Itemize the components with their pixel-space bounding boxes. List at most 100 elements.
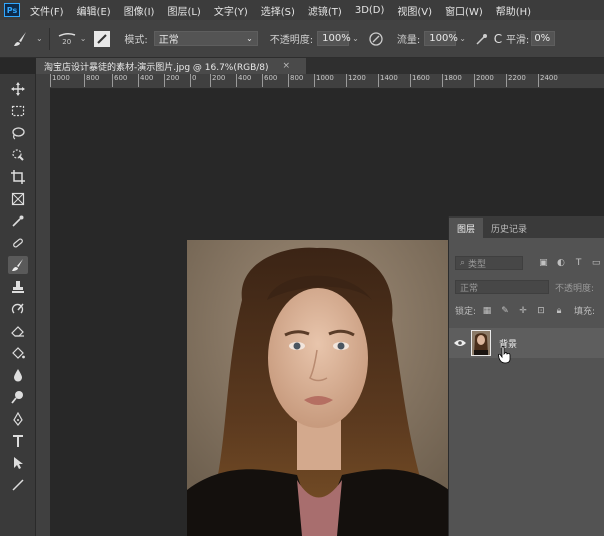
mode-select[interactable]: 正常 ⌄	[153, 31, 258, 46]
layers-panel: 图层 历史记录 ⌕ 类型 ▣ ◐ T ▭ 正常 不透明度: 锁定: ▦ ✎ ✛ …	[448, 216, 604, 536]
tab-layers[interactable]: 图层	[449, 218, 484, 238]
ruler-tick: 2000	[474, 74, 494, 87]
ruler-tick: 1600	[410, 74, 430, 87]
divider	[48, 27, 50, 50]
flow-label: 流量:	[396, 35, 421, 46]
type-icon[interactable]	[8, 432, 28, 450]
ruler-tick: 1200	[346, 74, 366, 87]
ruler-tick: 2400	[538, 74, 558, 87]
lock-artboard-icon[interactable]: ⊡	[536, 306, 546, 316]
menu-bar: Ps 文件(F) 编辑(E) 图像(I) 图层(L) 文字(Y) 选择(S) 滤…	[0, 0, 604, 20]
frame-icon[interactable]	[8, 190, 28, 208]
document-tab-title: 淘宝店设计暴徒的素材-演示图片.jpg @ 16.7%(RGB/8)	[44, 62, 269, 73]
lock-all-icon[interactable]: 🔒︎	[554, 306, 564, 316]
ruler-tick: 2200	[506, 74, 526, 87]
lock-paint-icon[interactable]: ✎	[500, 306, 510, 316]
layer-filter-select[interactable]: ⌕ 类型	[455, 256, 523, 270]
options-bar: ⌄ 20 ⌄ 模式: 正常 ⌄ 不透明度: 100% ⌄ 流量: 100% ⌄ …	[0, 20, 604, 58]
chevron-down-icon[interactable]: ⌄	[352, 34, 359, 43]
ruler-tick: 800	[288, 74, 303, 87]
brush-panel-toggle-icon[interactable]	[94, 30, 111, 47]
fill-label: 填充:	[574, 307, 596, 317]
close-icon[interactable]: ×	[283, 61, 291, 71]
menu-file[interactable]: 文件(F)	[30, 3, 64, 18]
opacity-value: 100%	[322, 33, 351, 44]
brush-icon[interactable]	[8, 256, 28, 274]
brush-size-picker[interactable]: 20	[56, 32, 78, 46]
menu-filter[interactable]: 滤镜(T)	[308, 3, 342, 18]
image-filter-icon[interactable]: ▣	[539, 258, 549, 268]
layer-opacity-label: 不透明度:	[555, 283, 595, 294]
menu-edit[interactable]: 编辑(E)	[77, 3, 111, 18]
tab-history[interactable]: 历史记录	[483, 218, 535, 238]
ruler-tick: 1000	[314, 74, 334, 87]
pressure-opacity-icon[interactable]	[367, 31, 385, 47]
tools-panel	[0, 74, 36, 536]
opacity-label: 不透明度:	[269, 35, 314, 46]
eraser-icon[interactable]	[8, 322, 28, 340]
ruler-corner	[36, 74, 50, 88]
menu-select[interactable]: 选择(S)	[261, 3, 295, 18]
menu-help[interactable]: 帮助(H)	[496, 3, 531, 18]
lock-pixels-icon[interactable]: ▦	[482, 306, 492, 316]
ruler-tick: 1000	[50, 74, 70, 87]
ruler-tick: 200	[210, 74, 225, 87]
ruler-tick: 0	[190, 74, 196, 87]
quick-select-icon[interactable]	[8, 146, 28, 164]
airbrush-icon[interactable]	[474, 32, 490, 46]
brush-preset-icon[interactable]	[6, 30, 36, 48]
eye-icon[interactable]	[449, 339, 471, 347]
ruler-tick: 400	[236, 74, 251, 87]
document-image[interactable]	[187, 240, 449, 536]
chevron-down-icon[interactable]: ⌄	[80, 34, 87, 43]
chevron-down-icon[interactable]: ⌄	[36, 34, 43, 43]
shape-filter-icon[interactable]: ▭	[591, 258, 601, 268]
eyedropper-icon[interactable]	[8, 212, 28, 230]
menu-window[interactable]: 窗口(W)	[445, 3, 483, 18]
layer-row[interactable]: 背景	[449, 328, 604, 358]
adjustment-filter-icon[interactable]: ◐	[556, 258, 566, 268]
crop-icon[interactable]	[8, 168, 28, 186]
lasso-icon[interactable]	[8, 124, 28, 142]
mode-value: 正常	[158, 35, 179, 46]
smoothing-angle-icon[interactable]: C	[492, 32, 504, 46]
chevron-down-icon: ⌄	[246, 34, 253, 43]
document-tab-bar: 淘宝店设计暴徒的素材-演示图片.jpg @ 16.7%(RGB/8) ×	[36, 58, 604, 74]
ruler-top: 1000 800 600 400 200 0 200 400 600 800 1…	[50, 74, 604, 89]
photoshop-logo: Ps	[4, 3, 20, 17]
document-tab[interactable]: 淘宝店设计暴徒的素材-演示图片.jpg @ 16.7%(RGB/8) ×	[36, 58, 306, 74]
lock-position-icon[interactable]: ✛	[518, 306, 528, 316]
type-filter-icon[interactable]: T	[574, 258, 584, 268]
menu-view[interactable]: 视图(V)	[397, 3, 432, 18]
lock-row: 锁定: ▦ ✎ ✛ ⊡ 🔒︎ 填充:	[449, 304, 604, 318]
ruler-tick: 600	[262, 74, 277, 87]
ruler-tick: 400	[138, 74, 153, 87]
blend-mode-select[interactable]: 正常	[455, 280, 549, 294]
chevron-down-icon[interactable]: ⌄	[459, 34, 466, 43]
healing-icon[interactable]	[8, 234, 28, 252]
line-icon[interactable]	[8, 476, 28, 494]
marquee-icon[interactable]	[8, 102, 28, 120]
ruler-tick: 1800	[442, 74, 462, 87]
mode-label: 模式:	[124, 35, 148, 46]
ruler-tick: 1400	[378, 74, 398, 87]
layer-filter-row: ⌕ 类型 ▣ ◐ T ▭	[449, 256, 604, 270]
hand-cursor-icon	[498, 346, 512, 368]
path-select-icon[interactable]	[8, 454, 28, 472]
menu-image[interactable]: 图像(I)	[124, 3, 155, 18]
menu-type[interactable]: 文字(Y)	[214, 3, 248, 18]
menu-layer[interactable]: 图层(L)	[167, 3, 200, 18]
pen-icon[interactable]	[8, 410, 28, 428]
menu-3d[interactable]: 3D(D)	[355, 5, 385, 16]
stamp-icon[interactable]	[8, 278, 28, 296]
dodge-icon[interactable]	[8, 388, 28, 406]
smoothing-field[interactable]: 0%	[531, 31, 556, 46]
history-brush-icon[interactable]	[8, 300, 28, 318]
bucket-icon[interactable]	[8, 344, 28, 362]
opacity-field[interactable]: 100%	[317, 31, 351, 46]
blend-row: 正常 不透明度:	[449, 280, 604, 294]
move-icon[interactable]	[8, 80, 28, 98]
flow-field[interactable]: 100%	[424, 31, 458, 46]
blur-icon[interactable]	[8, 366, 28, 384]
ruler-tick: 800	[84, 74, 99, 87]
